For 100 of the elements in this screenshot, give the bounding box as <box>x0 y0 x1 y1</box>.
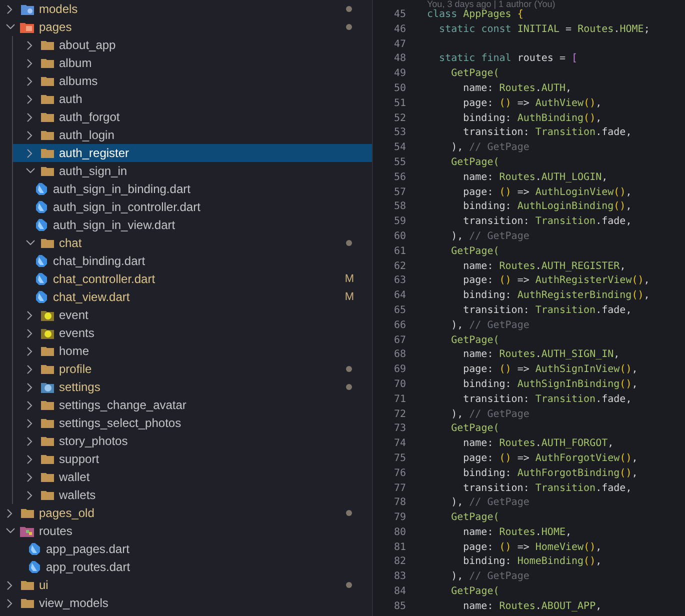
folder-item[interactable]: auth_sign_in <box>13 162 372 180</box>
code-line: GetPage( <box>450 67 500 82</box>
file-item[interactable]: app_routes.dart <box>0 558 372 576</box>
code-line: binding: AuthLoginBinding(), <box>462 200 632 214</box>
folder-icon <box>20 508 34 518</box>
line-number: 73 <box>392 422 406 436</box>
code-line: ), // GetPage <box>450 318 530 333</box>
folder-item[interactable]: pages_old <box>0 504 372 522</box>
folder-icon <box>40 418 54 428</box>
item-label: wallets <box>59 487 97 504</box>
line-number: 84 <box>392 585 406 600</box>
folder-item[interactable]: auth <box>13 90 372 108</box>
chevron-down-icon <box>6 24 14 30</box>
code-line: static const INITIAL = Routes.HOME; <box>438 22 650 37</box>
code-line: page: () => AuthSignInView(), <box>462 363 638 378</box>
item-label: events <box>59 325 96 342</box>
dart-file-icon <box>36 291 46 303</box>
git-status-label: M <box>344 272 354 287</box>
line-number: 62 <box>392 260 406 274</box>
file-item[interactable]: chat_binding.dart <box>13 252 372 270</box>
git-status-label: M <box>344 290 354 305</box>
line-number: 54 <box>392 141 406 156</box>
file-item[interactable]: auth_sign_in_binding.dart <box>13 180 372 198</box>
item-label: pages_old <box>39 505 96 522</box>
folder-item[interactable]: auth_register <box>13 144 372 162</box>
code-line: binding: AuthSignInBinding(), <box>462 378 638 392</box>
folder-item[interactable]: settings_select_photos <box>13 414 372 432</box>
code-line: ), // GetPage <box>450 141 530 156</box>
folder-icon <box>40 490 54 500</box>
folder-item[interactable]: wallets <box>13 486 372 504</box>
folder-item[interactable]: settings_change_avatar <box>13 396 372 414</box>
item-label: auth_forgot <box>59 109 121 126</box>
folder-item[interactable]: pages <box>0 18 372 36</box>
folder-icon <box>20 4 34 14</box>
folder-item[interactable]: settings <box>13 378 372 396</box>
folder-item[interactable]: about_app <box>13 36 372 54</box>
item-label: albums <box>59 73 99 90</box>
item-label: profile <box>59 361 93 378</box>
code-line: ), // GetPage <box>450 230 530 244</box>
folder-item[interactable]: album <box>13 54 372 72</box>
code-line: GetPage( <box>450 585 500 600</box>
line-number: 81 <box>392 540 406 555</box>
code-line: GetPage( <box>450 511 500 526</box>
folder-item[interactable]: routes <box>0 522 372 540</box>
line-number: 79 <box>392 511 406 526</box>
line-number: 77 <box>392 482 406 496</box>
code-line: name: Routes.AUTH_LOGIN, <box>462 170 608 185</box>
item-label: about_app <box>59 37 117 54</box>
file-item[interactable]: auth_sign_in_controller.dart <box>13 198 372 216</box>
gear-folder-icon <box>40 382 54 392</box>
code-line: static final routes = [ <box>438 52 578 66</box>
line-number: 68 <box>392 348 406 362</box>
code-line: ), // GetPage <box>450 496 530 510</box>
item-label: chat_binding.dart <box>53 253 146 270</box>
file-item[interactable]: chat_view.dart M <box>13 288 372 306</box>
folder-icon <box>20 598 34 608</box>
folder-item[interactable]: auth_forgot <box>13 108 372 126</box>
line-number: 48 <box>392 52 406 66</box>
folder-icon <box>40 454 54 464</box>
folder-item[interactable]: view_models <box>0 594 372 612</box>
folder-item[interactable]: story_photos <box>13 432 372 450</box>
code-line: page: () => AuthView(), <box>462 96 602 111</box>
code-line: class AppPages { <box>427 9 524 22</box>
line-number: 67 <box>392 334 406 348</box>
gear-folder-icon <box>40 310 54 320</box>
code-line: binding: AuthRegisterBinding(), <box>462 289 650 304</box>
folder-item[interactable]: auth_login <box>13 126 372 144</box>
dart-file-icon <box>36 255 46 267</box>
item-label: auth_register <box>59 145 130 162</box>
folder-item[interactable]: support <box>13 450 372 468</box>
item-label: auth <box>59 91 84 108</box>
line-number: 45 <box>392 8 406 22</box>
line-number: 78 <box>392 496 406 510</box>
line-number: 52 <box>392 112 406 126</box>
file-item[interactable]: app_pages.dart <box>0 540 372 558</box>
code-line: page: () => AuthForgotView(), <box>462 452 638 466</box>
folder-item[interactable]: home <box>13 342 372 360</box>
item-label: routes <box>39 523 74 540</box>
folder-icon <box>40 58 54 68</box>
file-item[interactable]: auth_sign_in_view.dart <box>13 216 372 234</box>
line-number: 58 <box>392 200 406 214</box>
folder-icon <box>40 436 54 446</box>
folder-item[interactable]: wallet <box>13 468 372 486</box>
folder-item[interactable]: models <box>0 0 372 18</box>
line-number: 46 <box>392 22 406 37</box>
file-item[interactable]: chat_controller.dart M <box>13 270 372 288</box>
line-number: 83 <box>392 570 406 584</box>
code-line: transition: Transition.fade, <box>462 215 632 230</box>
folder-item[interactable]: albums <box>13 72 372 90</box>
folder-item[interactable]: chat <box>13 234 372 252</box>
folder-item[interactable]: events <box>13 324 372 342</box>
line-number: 56 <box>392 170 406 185</box>
line-number: 61 <box>392 244 406 259</box>
code-line: binding: AuthBinding(), <box>462 112 602 126</box>
folder-item[interactable]: ui <box>0 576 372 594</box>
line-number: 49 <box>392 67 406 82</box>
line-number: 75 <box>392 452 406 466</box>
item-label: settings_change_avatar <box>59 397 188 414</box>
folder-item[interactable]: profile <box>13 360 372 378</box>
folder-item[interactable]: event <box>13 306 372 324</box>
